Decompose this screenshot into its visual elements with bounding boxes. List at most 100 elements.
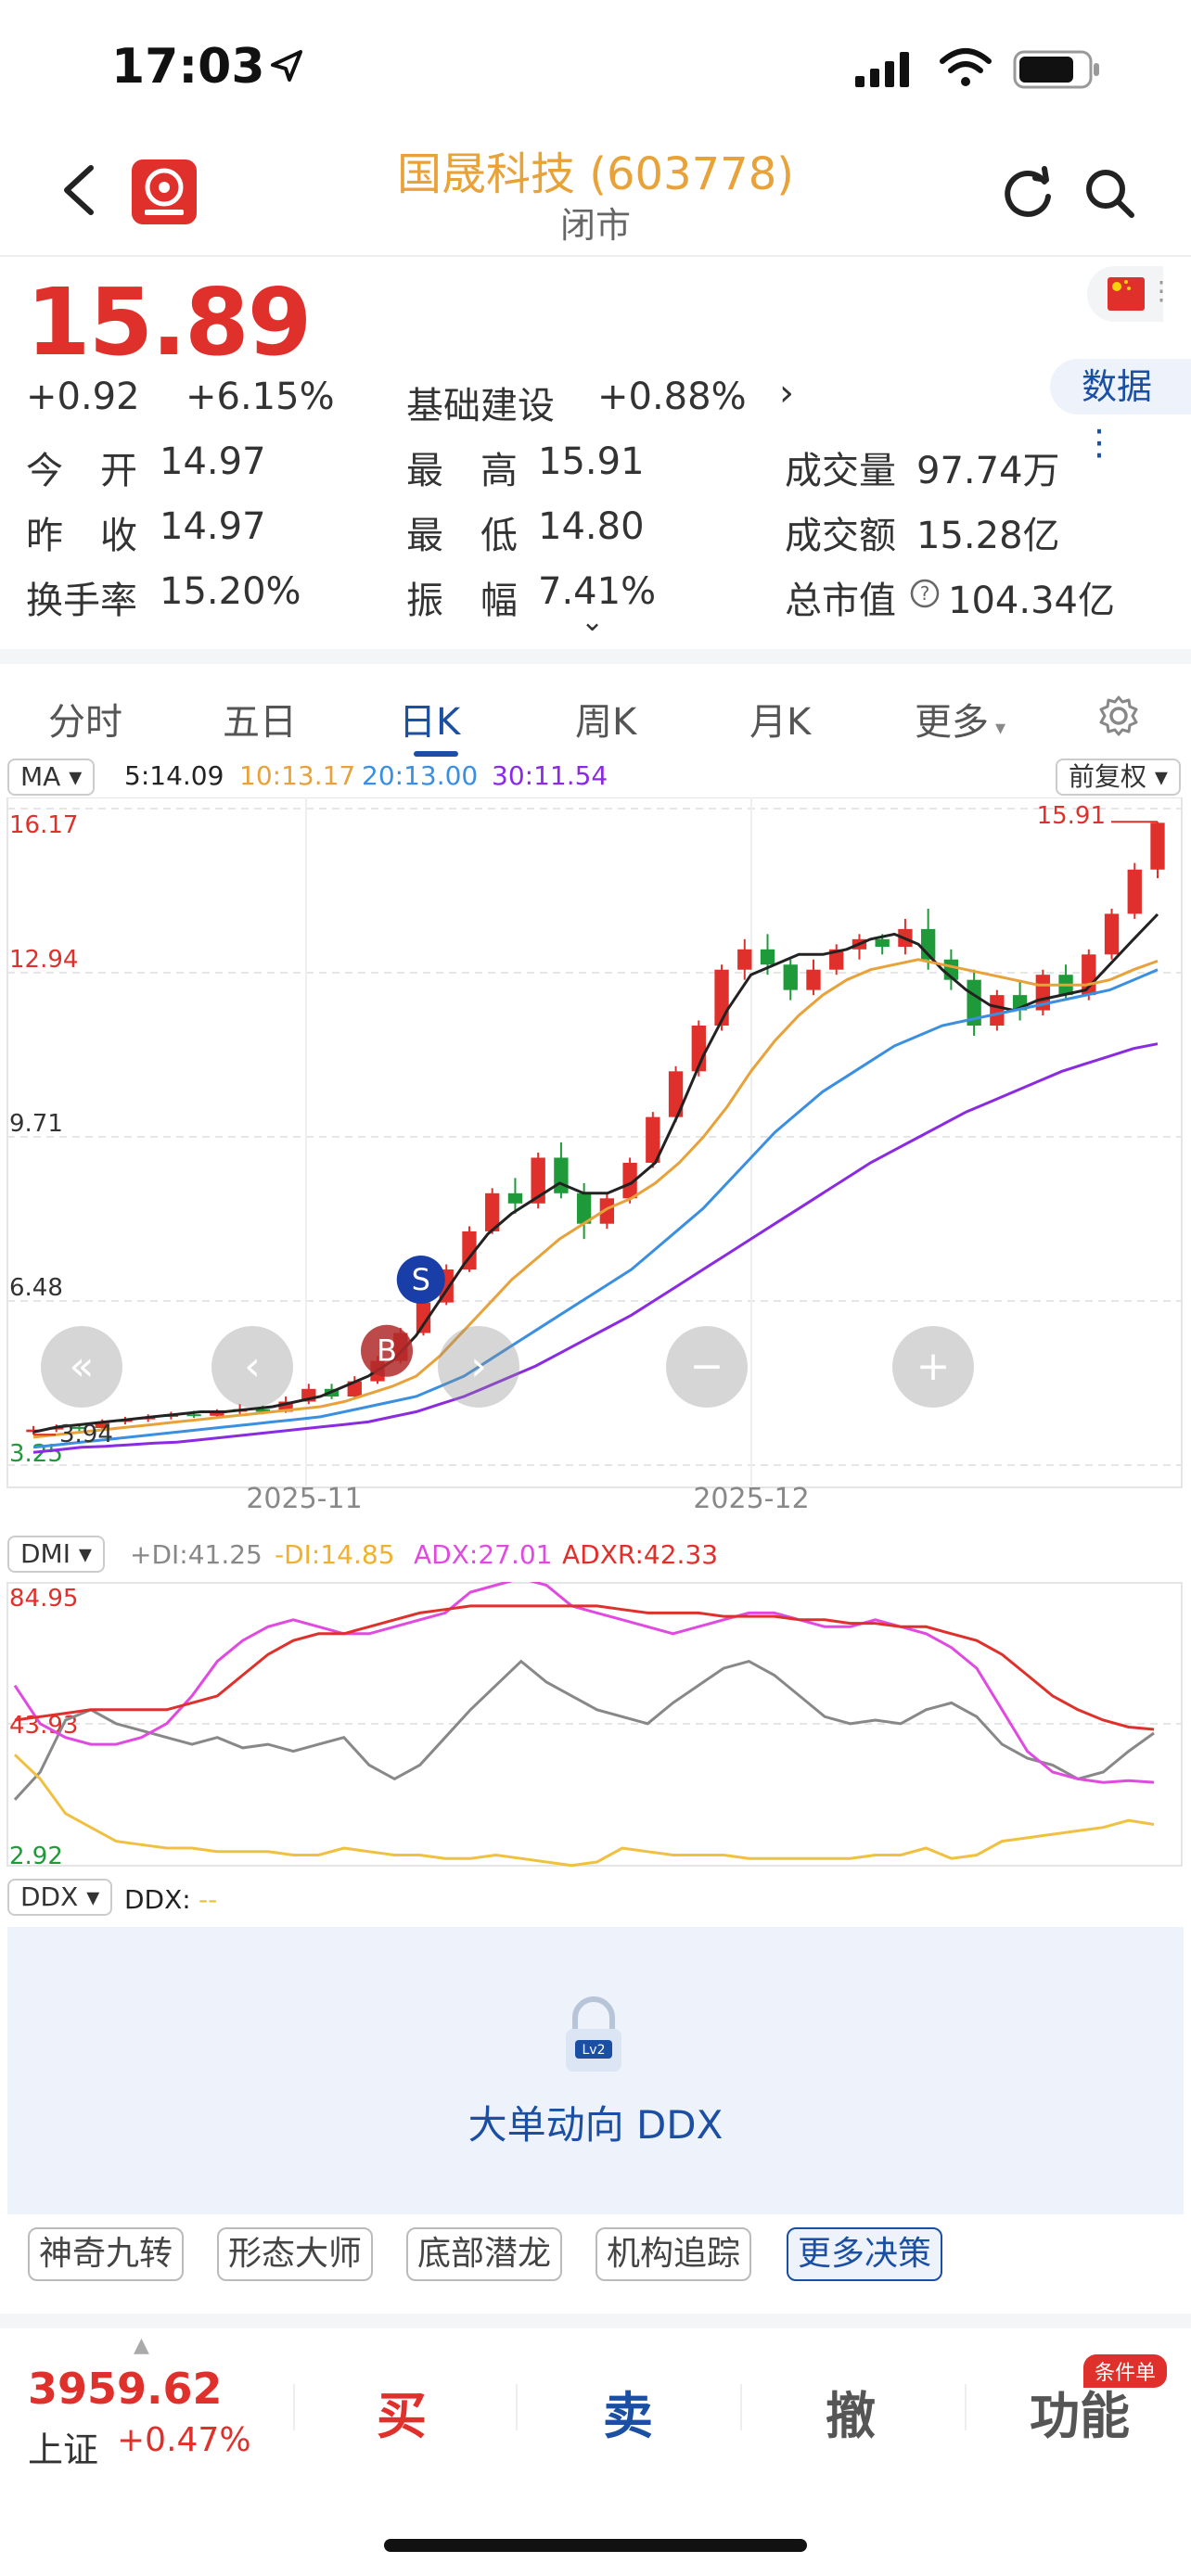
adx-label: ADX:27.01 (414, 1539, 553, 1570)
chip-institution-tracking[interactable]: 机构追踪 (596, 2227, 752, 2281)
divider (516, 2384, 518, 2430)
candle-body (507, 1192, 523, 1204)
tab-intraday[interactable]: 分时 (48, 692, 122, 746)
ddx-panel-text: 大单动向 DDX (467, 2102, 724, 2148)
wifi-icon (940, 48, 992, 86)
ddx-indicator-select[interactable]: DDX ▾ (7, 1879, 113, 1916)
ddx-select-label: DDX (20, 1881, 79, 1912)
candle-body (737, 949, 752, 970)
volume-label: 成交量 (785, 450, 896, 492)
more-dots-icon: ⋮ (1148, 275, 1174, 306)
tab-weekly-k[interactable]: 周K (575, 692, 636, 746)
adxr-label: ADXR:42.33 (562, 1539, 719, 1570)
divider (965, 2384, 967, 2430)
flag-button[interactable]: ⋮ (1087, 266, 1174, 322)
step-back-button[interactable]: ‹ (211, 1326, 293, 1408)
data-button[interactable]: 数据 ⋮ (1050, 359, 1191, 463)
lock-badge: Lv2 (583, 2043, 606, 2058)
adjust-select[interactable]: 前复权 ▾ (1056, 759, 1181, 796)
fast-back-button[interactable]: « (41, 1326, 122, 1408)
sector-name[interactable]: 基础建设 (406, 376, 555, 429)
status-bar: 17:03 (0, 0, 1191, 139)
index-name: 上证 (28, 2429, 99, 2470)
candle-body (760, 949, 775, 965)
ma30-label: 30:11.54 (492, 760, 608, 791)
x-tick-label: 2025-12 (693, 1483, 809, 1515)
zoom-out-button[interactable]: − (666, 1326, 748, 1408)
zoom-in-icon: + (916, 1343, 951, 1390)
candle-body (783, 964, 798, 990)
chip-bottom-dragon[interactable]: 底部潜龙 (406, 2227, 563, 2281)
expand-chevron-icon[interactable]: ⌄ (581, 606, 604, 638)
candle-body (714, 969, 729, 1026)
dmi-chart[interactable]: 84.9543.932.92 (0, 1582, 1191, 1869)
tab-more[interactable]: 更多 ▾ (915, 692, 1005, 746)
ddx-label: DDX: (124, 1884, 191, 1915)
high-label: 最 高 (406, 450, 518, 492)
dmi-line-plus-DI (13, 1659, 1155, 1801)
ma-indicator-select[interactable]: MA ▾ (7, 759, 96, 796)
high-value: 15.91 (538, 440, 645, 483)
turnover-label: 换手率 (26, 580, 137, 622)
chevron-right-icon[interactable]: › (779, 372, 794, 414)
buy-marker-label: B (377, 1333, 397, 1369)
pdi-label: +DI:41.25 (130, 1539, 263, 1570)
chip-more-decisions[interactable]: 更多决策 (787, 2227, 943, 2281)
tab-monthly-k[interactable]: 月K (749, 692, 811, 746)
mdi-label: -DI:14.85 (275, 1539, 395, 1570)
trade-bar: ▲ 3959.62 上证 +0.47% 买 卖 撤 功能 条件单 (0, 2314, 1191, 2576)
fast-back-icon: « (70, 1343, 95, 1390)
ddx-locked-panel[interactable]: Lv2 大单动向 DDX (7, 1927, 1184, 2214)
refresh-icon[interactable] (1000, 165, 1056, 221)
step-forward-button[interactable]: › (438, 1326, 519, 1408)
dmi-line-ADXR (14, 1604, 1155, 1731)
chart-frame (6, 797, 1183, 1488)
dmi-select-label: DMI (20, 1538, 70, 1569)
location-arrow-icon (271, 50, 302, 82)
help-icon[interactable]: ? (909, 578, 941, 609)
divider (293, 2384, 295, 2430)
index-value[interactable]: 3959.62 (28, 2364, 223, 2414)
tab-five-day[interactable]: 五日 (223, 692, 297, 746)
chip-pattern-master[interactable]: 形态大师 (217, 2227, 374, 2281)
ma-line-30 (32, 1042, 1159, 1454)
zoom-in-button[interactable]: + (892, 1326, 974, 1408)
y-tick-label: 12.94 (9, 946, 78, 974)
change-value: +0.92 (26, 376, 140, 418)
step-back-icon: ‹ (244, 1343, 261, 1390)
amount-label: 成交额 (785, 515, 896, 557)
x-tick-label: 2025-11 (246, 1483, 362, 1515)
tab-daily-k[interactable]: 日K (399, 692, 460, 746)
lock-icon: Lv2 (566, 1996, 621, 2072)
candle-body (186, 1414, 201, 1417)
stock-header: 国晟科技 (603778) 闭市 (0, 130, 1191, 250)
volume-value: 97.74万 (916, 450, 1060, 492)
candle-body (554, 1157, 569, 1193)
search-icon[interactable] (1082, 165, 1137, 221)
index-pct: +0.47% (117, 2421, 251, 2459)
cancel-order-button[interactable]: 撤 (826, 2375, 876, 2448)
amplitude-label: 振 幅 (406, 580, 518, 622)
buy-button[interactable]: 买 (377, 2375, 427, 2448)
turnover-value: 15.20% (160, 570, 301, 613)
settings-gear-icon[interactable] (1096, 694, 1141, 738)
home-indicator (384, 2539, 807, 2552)
sell-marker-label: S (412, 1262, 430, 1297)
y-tick-label: 6.48 (9, 1274, 63, 1302)
last-price: 15.89 (26, 268, 312, 376)
open-value: 14.97 (160, 440, 266, 483)
amount-value: 15.28亿 (916, 515, 1060, 557)
ma-select-label: MA (20, 761, 61, 792)
kline-chart[interactable]: 16.1712.949.716.483.252025-11 2025-1215.9… (0, 797, 1191, 1524)
candle-body (990, 995, 1005, 1026)
sell-button[interactable]: 卖 (603, 2375, 653, 2448)
index-expand-caret-icon[interactable]: ▲ (134, 2334, 149, 2357)
dmi-indicator-select[interactable]: DMI ▾ (7, 1536, 105, 1573)
candle-body (1150, 823, 1165, 870)
period-tabs: 分时 五日 日K 周K 月K 更多 ▾ (0, 649, 1191, 757)
candle-body (806, 969, 821, 990)
chip-magic-nine[interactable]: 神奇九转 (28, 2227, 185, 2281)
step-forward-icon: › (470, 1343, 487, 1390)
prev-close-value: 14.97 (160, 505, 266, 548)
zoom-out-icon: − (690, 1343, 724, 1390)
